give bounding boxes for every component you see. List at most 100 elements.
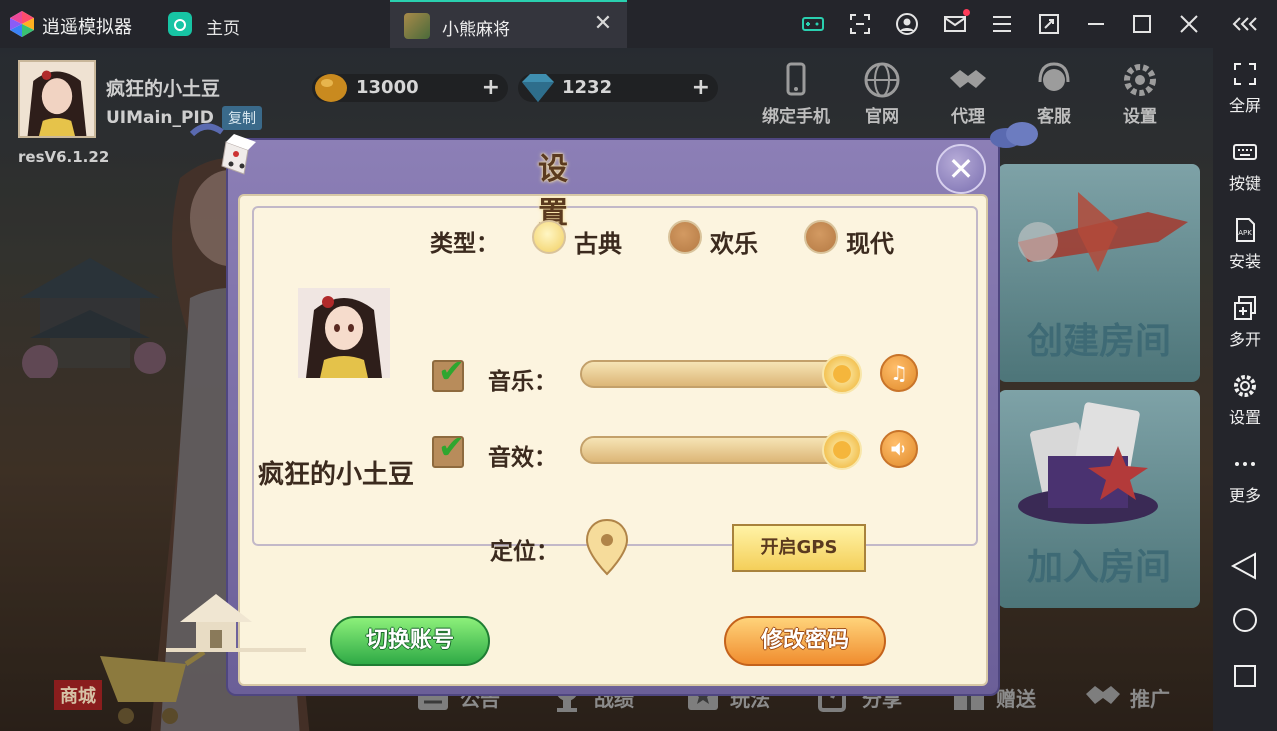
home-tab-icon[interactable] [168,12,192,36]
handshake-icon [950,70,986,88]
fullscreen-icon [1234,63,1256,85]
create-room-card[interactable]: 创建房间 [998,164,1200,382]
fullscreen-label: 全屏 [1228,96,1261,115]
settings-button[interactable]: 设置 [1100,60,1180,127]
globe-icon [864,62,900,98]
emulator-settings-button[interactable]: 设置 [1213,372,1277,428]
maximize-icon[interactable] [1130,12,1154,36]
official-site-label: 官网 [865,107,899,127]
theme-option-label: 古典 [574,230,622,258]
menu-icon[interactable] [990,12,1014,36]
shopping-cart-icon [100,649,206,724]
game-tab-icon [404,13,430,39]
create-room-label: 创建房间 [1026,321,1171,362]
dialog-close-button[interactable]: ✕ [936,144,986,194]
add-gold-button[interactable]: + [482,75,500,100]
cards-and-hat-illustration [1018,402,1158,524]
music-checkbox[interactable]: ✔ [432,352,465,392]
sound-effects-checkbox[interactable]: ✔ [432,428,465,468]
theme-option-label: 欢乐 [710,230,758,258]
apk-icon: APK [1236,218,1255,242]
phone-icon [786,62,806,96]
more-button[interactable]: 更多 [1213,450,1277,506]
enable-gps-button[interactable]: 开启GPS [732,524,866,572]
emulator-titlebar: 逍遥模拟器 主页 小熊麻将 ✕ [0,0,1277,48]
speaker-icon[interactable] [880,430,918,468]
player-name: 疯狂的小土豆 [106,78,221,100]
airplane-illustration [1018,192,1188,272]
sound-slider-knob[interactable] [822,430,862,470]
emulator-app-name: 逍遥模拟器 [42,17,132,38]
join-room-card[interactable]: 加入房间 [998,390,1200,608]
keyboard-icon [1233,144,1257,160]
cloud-decoration-icon [990,122,1038,148]
screen-rotate-icon[interactable] [1037,12,1061,36]
music-slider-fill [582,362,854,386]
fullscreen-button[interactable]: 全屏 [1213,60,1277,116]
close-x-icon: ✕ [947,150,975,188]
svg-text:APK: APK [1238,229,1252,237]
music-volume-slider[interactable] [580,360,856,388]
version-label: resV6.1.22 [18,148,110,166]
change-password-button[interactable]: 修改密码 [724,616,886,666]
switch-account-button[interactable]: 切换账号 [330,616,490,666]
gear-icon [1234,375,1256,397]
multi-instance-icon [1234,296,1256,320]
gold-bean-icon [315,74,347,102]
tab-xiaoxiong-majiang[interactable]: 小熊麻将 ✕ [390,0,627,48]
dialog-title: 设置 [538,152,638,231]
bind-phone-label: 绑定手机 [762,107,830,127]
music-note-icon[interactable]: ♫ [880,354,918,392]
add-diamond-button[interactable]: + [692,75,710,100]
gamepad-icon[interactable] [801,12,825,36]
promote-icon [1086,686,1120,704]
multi-instance-label: 多开 [1228,330,1261,349]
minimize-icon[interactable] [1084,12,1108,36]
pavilion-decoration-icon [166,594,306,652]
radio-unselected-icon [804,220,838,254]
back-icon[interactable] [1213,548,1277,584]
gear-icon [1124,64,1156,96]
install-apk-button[interactable]: APK 安装 [1213,216,1277,272]
account-icon[interactable] [895,12,919,36]
close-icon[interactable] [1177,12,1201,36]
radio-unselected-icon [668,220,702,254]
emulator-logo-icon [10,11,34,37]
gold-value: 13000 [356,77,419,98]
settings-user-avatar [298,288,390,378]
promote-label: 推广 [1130,687,1170,711]
theme-type-label: 类型： [430,231,499,257]
official-site-button[interactable]: 官网 [842,60,922,127]
settings-user-name: 疯狂的小土豆 [258,460,415,490]
mail-icon[interactable] [943,12,967,36]
sound-slider-fill [582,438,854,462]
recents-icon[interactable] [1213,658,1277,694]
keymap-button[interactable]: 按键 [1213,138,1277,194]
join-room-label: 加入房间 [1026,547,1171,588]
bind-phone-button[interactable]: 绑定手机 [756,60,836,127]
settings-dialog: 设置 ✕ 类型： 古典 欢乐 现代 疯狂的小土豆 ✔ 音乐： ♫ ✔ 音效： 定… [189,122,1038,696]
music-slider-knob[interactable] [822,354,862,394]
home-circle-icon[interactable] [1213,602,1277,638]
multi-instance-button[interactable]: 多开 [1213,294,1277,350]
shop-button[interactable]: 商城 [54,680,102,710]
collapse-icon[interactable] [1230,12,1260,36]
gold-balance: 13000 + [312,74,508,102]
location-pin-icon [585,518,629,576]
screenshot-icon[interactable] [848,12,872,36]
dice-decoration-icon [189,123,256,175]
headset-icon [1038,62,1070,91]
location-label: 定位： [490,539,559,565]
more-label: 更多 [1228,486,1261,505]
sound-effects-label: 音效： [488,445,557,471]
music-label: 音乐： [488,369,557,395]
mail-notification-dot [963,9,970,16]
tab-close-icon[interactable]: ✕ [591,12,615,36]
theme-option-label: 现代 [846,230,894,258]
tab-label: 小熊麻将 [442,20,510,40]
home-tab-label[interactable]: 主页 [206,14,240,39]
player-avatar[interactable] [18,60,96,138]
sound-effects-slider[interactable] [580,436,856,464]
install-label: 安装 [1228,252,1261,271]
game-viewport: 疯狂的小土豆 UIMain_PID 复制 resV6.1.22 13000 + … [0,48,1213,731]
